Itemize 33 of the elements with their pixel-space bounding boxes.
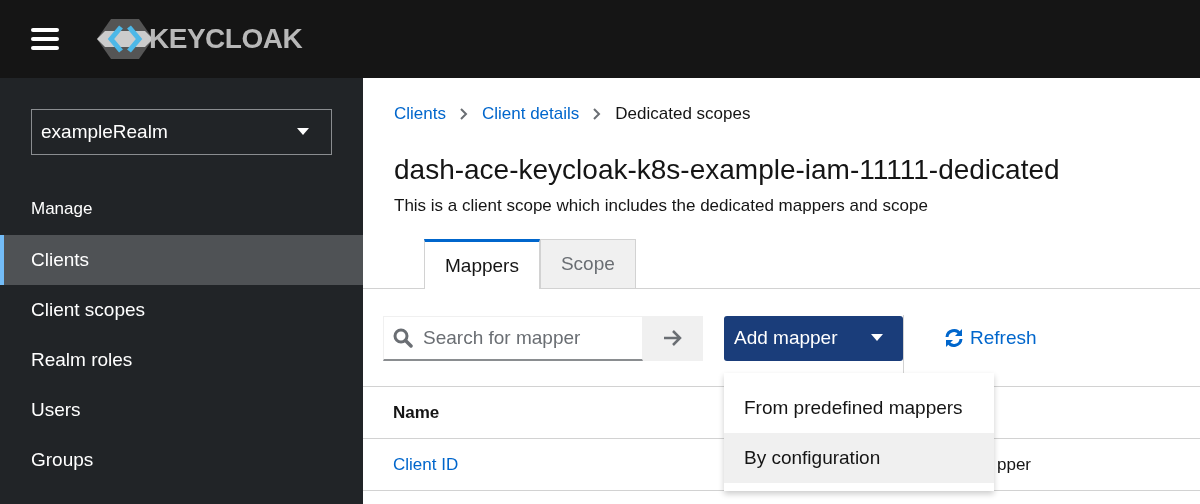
table-cell-link[interactable]: Client ID <box>393 454 459 475</box>
table-cell: pper <box>997 454 1032 475</box>
refresh-button[interactable]: Refresh <box>944 327 1037 349</box>
nav-item[interactable]: Clients <box>0 235 363 285</box>
refresh-icon <box>944 328 964 348</box>
nav-section-title: Manage <box>31 199 94 220</box>
arrow-right-icon <box>663 329 683 347</box>
caret-icon <box>871 334 883 342</box>
chevron-icon <box>459 108 468 120</box>
menu-icon[interactable] <box>31 28 59 50</box>
search-field[interactable]: Search for mapper <box>383 315 643 361</box>
realm-select[interactable]: exampleRealm <box>31 109 332 155</box>
column-header: Name <box>393 402 440 423</box>
menu-item[interactable]: By configuration <box>724 433 994 483</box>
breadcrumb-current: Dedicated scopes <box>615 104 751 124</box>
nav-item[interactable]: Realm roles <box>0 335 363 385</box>
logo-icon <box>97 19 153 59</box>
page-title: dash-ace-keycloak-k8s-example-iam-11111-dedicated <box>394 154 1061 186</box>
nav-item[interactable]: Client scopes <box>0 285 363 335</box>
chevron-icon <box>593 108 602 120</box>
search-submit-button[interactable] <box>643 315 703 361</box>
page-subtitle: This is a client scope which includes the dedicated mappers and scope <box>394 196 929 216</box>
nav-item[interactable]: Groups <box>0 435 363 485</box>
breadcrumb-link[interactable]: Client details <box>481 104 580 124</box>
search-icon <box>393 327 413 348</box>
nav-item[interactable]: Users <box>0 385 363 435</box>
caret-icon <box>297 128 309 136</box>
breadcrumb-link[interactable]: Clients <box>394 104 446 124</box>
logo-text: KEYCLOAK <box>149 23 303 55</box>
menu-item[interactable]: From predefined mappers <box>724 383 994 433</box>
add-mapper-button[interactable]: Add mapper <box>724 315 903 361</box>
tab[interactable]: Scope <box>539 239 636 288</box>
tab[interactable]: Mappers <box>424 239 540 289</box>
